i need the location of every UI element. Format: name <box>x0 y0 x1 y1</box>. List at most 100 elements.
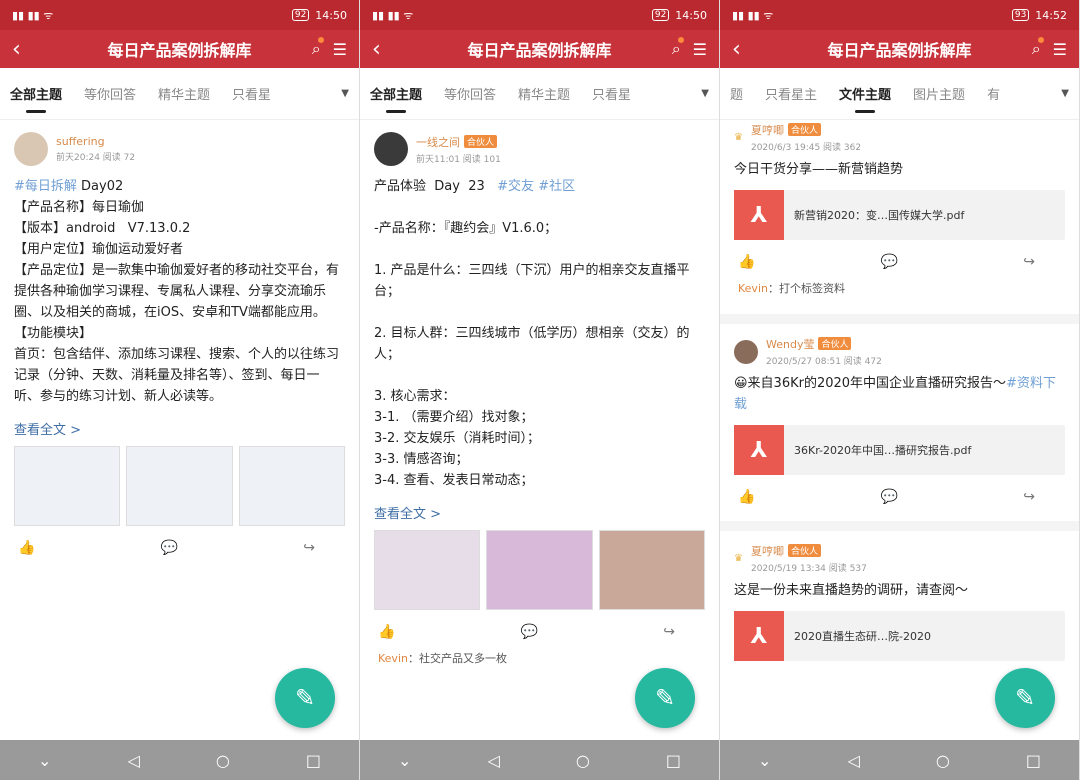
nav-down-icon[interactable]: ⌄ <box>398 751 411 770</box>
compose-button[interactable]: ✎ <box>635 668 695 728</box>
clock: 14:50 <box>675 8 707 22</box>
search-icon[interactable]: ⌕ <box>1032 37 1044 59</box>
back-icon[interactable]: ‹ <box>732 37 752 62</box>
page-title: 每日产品案例拆解库 <box>827 41 972 60</box>
post-text: -产品名称：『趣约会』V1.6.0； 1. 产品是什么：三四线（下沉）用户的相亲… <box>374 221 690 488</box>
chevron-down-icon[interactable]: ▼ <box>337 88 349 99</box>
tab-all[interactable]: 全部主题 <box>370 84 422 113</box>
tab-waiting[interactable]: 等你回答 <box>84 84 136 103</box>
screenshot-thumb[interactable] <box>486 530 593 610</box>
divider <box>720 521 1079 531</box>
tab-files[interactable]: 文件主题 <box>839 84 891 113</box>
pencil-icon: ✎ <box>1014 684 1036 712</box>
post-actions: 👍 💬 ↪ <box>734 240 1065 278</box>
back-icon[interactable]: ‹ <box>12 37 32 62</box>
tab-star[interactable]: 只看星主 <box>765 84 817 103</box>
file-name: 新营销2020：变…国传媒大学.pdf <box>794 209 965 222</box>
share-icon[interactable]: ↪ <box>1023 254 1035 270</box>
read-more-link[interactable]: 查看全文 > <box>374 503 705 522</box>
nav-down-icon[interactable]: ⌄ <box>38 751 51 770</box>
user-name[interactable]: Wendy莹 <box>766 338 814 351</box>
nav-recent-icon[interactable]: □ <box>306 751 321 770</box>
file-post: ♛ 夏哼唧 合伙人 2020/6/3 19:45 阅读 362 今日干货分享——新… <box>720 120 1079 324</box>
user-name[interactable]: 一线之间 <box>416 136 460 149</box>
nav-down-icon[interactable]: ⌄ <box>758 751 771 770</box>
screenshot-thumb[interactable] <box>374 530 481 610</box>
user-name[interactable]: suffering <box>56 135 135 148</box>
comment-user[interactable]: Kevin <box>738 282 768 295</box>
chevron-down-icon[interactable]: ▼ <box>697 88 709 99</box>
tab-partial[interactable]: 题 <box>730 84 743 103</box>
comment-row: Kevin：打个标签资料 <box>734 278 1065 306</box>
post-tag[interactable]: #交友 <box>497 179 534 194</box>
avatar[interactable] <box>734 339 758 364</box>
post-meta: 前天11:01 阅读 101 <box>416 154 501 165</box>
menu-icon[interactable]: ☰ <box>693 40 707 59</box>
nav-recent-icon[interactable]: □ <box>666 751 681 770</box>
pdf-attachment[interactable]: ⅄ 新营销2020：变…国传媒大学.pdf <box>734 190 1065 240</box>
tab-featured[interactable]: 精华主题 <box>158 84 210 103</box>
nav-back-icon[interactable]: ◁ <box>487 751 499 770</box>
search-icon[interactable]: ⌕ <box>672 37 684 59</box>
post-tag[interactable]: #社区 <box>538 179 575 194</box>
share-icon[interactable]: ↪ <box>663 624 675 640</box>
system-nav-bar: ⌄ ◁ ○ □ <box>720 740 1079 780</box>
read-more-link[interactable]: 查看全文 > <box>14 419 345 438</box>
phone-screen-3: ▮▮ ▮▮ ᯤ 93 14:52 ‹ 每日产品案例拆解库 ⌕ ☰ 题 只看星主 文件… <box>720 0 1080 780</box>
page-title: 每日产品案例拆解库 <box>107 41 252 60</box>
pdf-attachment[interactable]: ⅄ 36Kr-2020年中国…播研究报告.pdf <box>734 425 1065 475</box>
compose-button[interactable]: ✎ <box>995 668 1055 728</box>
system-nav-bar: ⌄ ◁ ○ □ <box>0 740 359 780</box>
post-tag[interactable]: #每日拆解 <box>14 179 77 194</box>
user-name[interactable]: 夏哼唧 <box>751 545 784 558</box>
pdf-icon: ⅄ <box>734 425 784 475</box>
app-bar: ‹ 每日产品案例拆解库 ⌕ ☰ <box>720 30 1079 68</box>
menu-icon[interactable]: ☰ <box>1053 40 1067 59</box>
signal-icon: ▮▮ ▮▮ ᯤ <box>372 8 414 22</box>
avatar[interactable] <box>14 132 48 166</box>
nav-home-icon[interactable]: ○ <box>936 751 950 770</box>
tab-partial-right[interactable]: 有 <box>987 84 1000 103</box>
like-icon[interactable]: 👍 <box>378 624 395 640</box>
like-icon[interactable]: 👍 <box>18 540 35 556</box>
search-icon[interactable]: ⌕ <box>312 37 324 59</box>
screenshot-thumb[interactable] <box>14 446 121 526</box>
tab-images[interactable]: 图片主题 <box>913 84 965 103</box>
tab-star[interactable]: 只看星 <box>592 84 631 103</box>
app-bar: ‹ 每日产品案例拆解库 ⌕ ☰ <box>0 30 359 68</box>
post-title: Day02 <box>76 179 124 194</box>
like-icon[interactable]: 👍 <box>738 254 755 270</box>
compose-button[interactable]: ✎ <box>275 668 335 728</box>
comment-icon[interactable]: 💬 <box>161 540 178 556</box>
screenshot-thumb[interactable] <box>238 446 345 526</box>
chevron-down-icon[interactable]: ▼ <box>1057 88 1069 99</box>
tab-featured[interactable]: 精华主题 <box>518 84 570 103</box>
status-bar: ▮▮ ▮▮ ᯤ 92 14:50 <box>360 0 719 30</box>
share-icon[interactable]: ↪ <box>1023 489 1035 505</box>
post-card: suffering 前天20:24 阅读 72 #每日拆解 Day02 【产品名… <box>0 120 359 564</box>
user-name[interactable]: 夏哼唧 <box>751 124 784 137</box>
post-text: 😀来自36Kr的2020年中国企业直播研究报告～ <box>734 376 1007 391</box>
tab-all[interactable]: 全部主题 <box>10 84 62 113</box>
nav-home-icon[interactable]: ○ <box>216 751 230 770</box>
share-icon[interactable]: ↪ <box>303 540 315 556</box>
nav-recent-icon[interactable]: □ <box>1026 751 1041 770</box>
comment-icon[interactable]: 💬 <box>521 624 538 640</box>
comment-user[interactable]: Kevin <box>378 652 408 665</box>
comment-icon[interactable]: 💬 <box>881 254 898 270</box>
pdf-attachment[interactable]: ⅄ 2020直播生态研…院-2020 <box>734 611 1065 661</box>
tab-waiting[interactable]: 等你回答 <box>444 84 496 103</box>
nav-back-icon[interactable]: ◁ <box>127 751 139 770</box>
tab-star[interactable]: 只看星 <box>232 84 271 103</box>
screenshot-thumb[interactable] <box>598 530 705 610</box>
nav-back-icon[interactable]: ◁ <box>847 751 859 770</box>
back-icon[interactable]: ‹ <box>372 37 392 62</box>
menu-icon[interactable]: ☰ <box>333 40 347 59</box>
screenshot-thumb[interactable] <box>126 446 233 526</box>
battery-icon: 92 <box>291 9 310 21</box>
avatar[interactable] <box>374 132 408 166</box>
comment-icon[interactable]: 💬 <box>881 489 898 505</box>
nav-home-icon[interactable]: ○ <box>576 751 590 770</box>
like-icon[interactable]: 👍 <box>738 489 755 505</box>
image-grid <box>374 530 705 610</box>
